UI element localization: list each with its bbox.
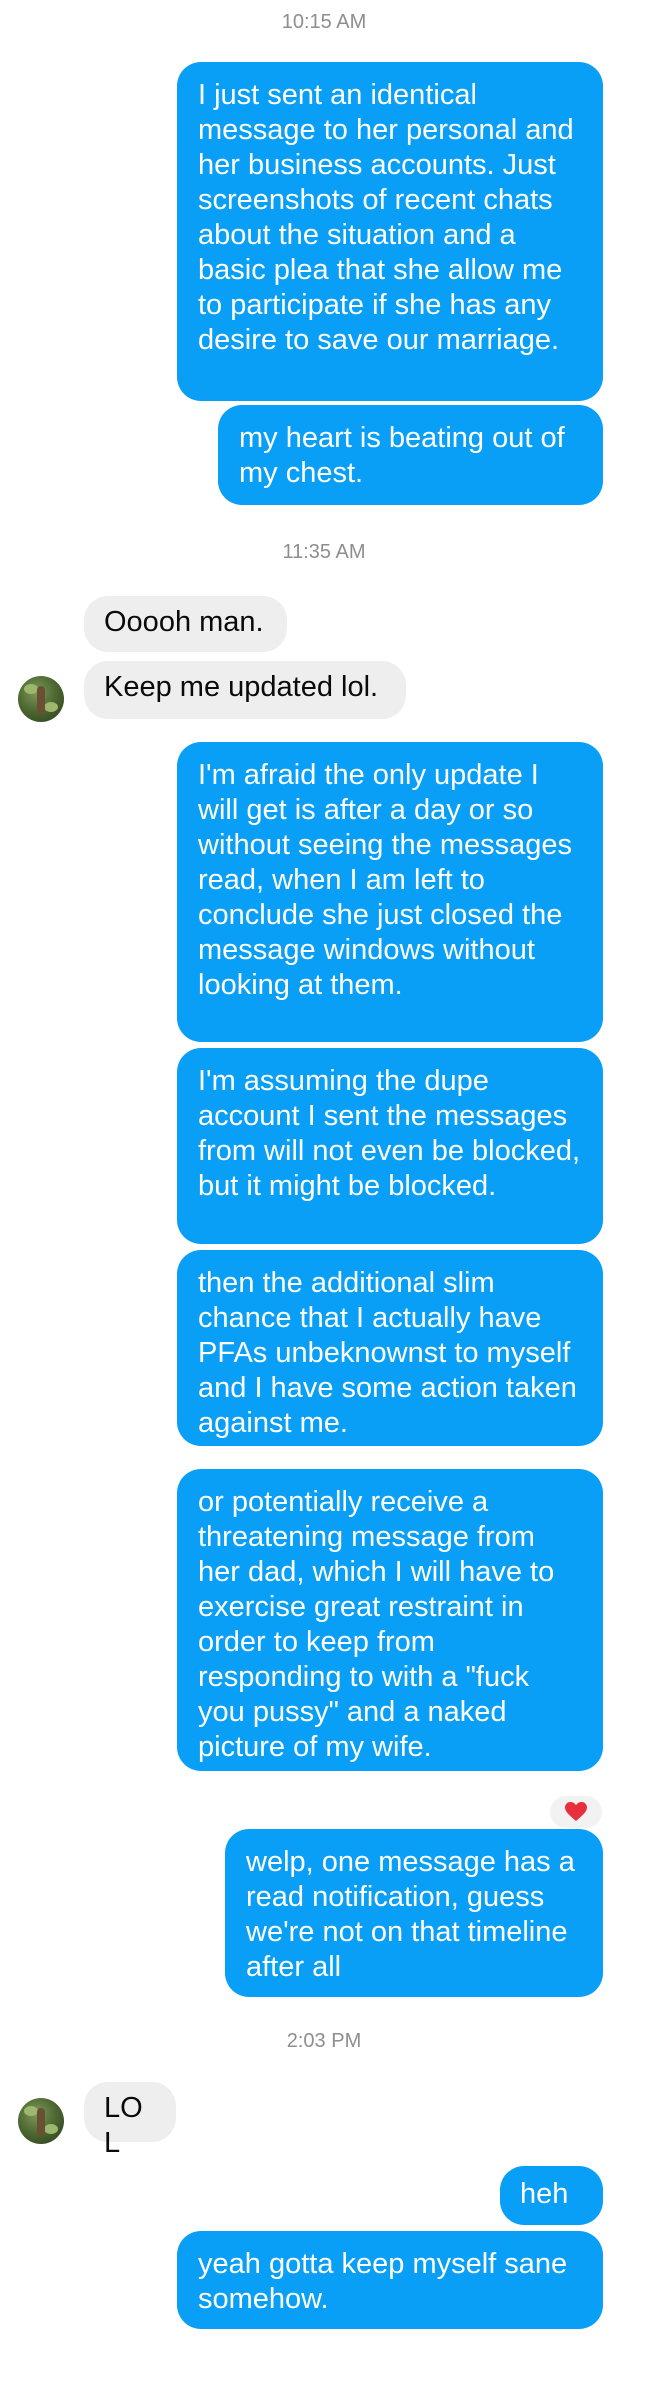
message-bubble-outgoing[interactable]: I just sent an identical message to her … xyxy=(177,62,603,401)
reaction-badge[interactable] xyxy=(550,1796,602,1828)
message-bubble-incoming[interactable]: Ooooh man. xyxy=(84,596,287,652)
message-bubble-outgoing[interactable]: or potentially receive a threatening mes… xyxy=(177,1469,603,1771)
message-bubble-outgoing[interactable]: I'm afraid the only update I will get is… xyxy=(177,742,603,1042)
contact-avatar[interactable] xyxy=(18,2098,64,2144)
message-bubble-outgoing[interactable]: then the additional slim chance that I a… xyxy=(177,1250,603,1446)
message-bubble-outgoing[interactable]: yeah gotta keep myself sane somehow. xyxy=(177,2231,603,2329)
timestamp: 10:15 AM xyxy=(281,11,367,33)
message-bubble-incoming[interactable]: LOL xyxy=(84,2082,176,2159)
message-bubble-outgoing[interactable]: welp, one message has a read notificatio… xyxy=(225,1829,603,1997)
heart-icon xyxy=(565,1802,587,1821)
message-bubble-outgoing[interactable]: I'm assuming the dupe account I sent the… xyxy=(177,1048,603,1244)
timestamp: 11:35 AM xyxy=(282,541,366,563)
contact-avatar[interactable] xyxy=(18,676,64,722)
message-bubble-outgoing[interactable]: heh xyxy=(500,2166,603,2225)
message-bubble-outgoing[interactable]: my heart is beating out of my chest. xyxy=(218,405,603,505)
timestamp: 2:03 PM xyxy=(286,2030,362,2052)
chat-thread: 10:15 AM I just sent an identical messag… xyxy=(0,0,648,2386)
message-bubble-incoming[interactable]: Keep me updated lol. xyxy=(84,661,406,719)
